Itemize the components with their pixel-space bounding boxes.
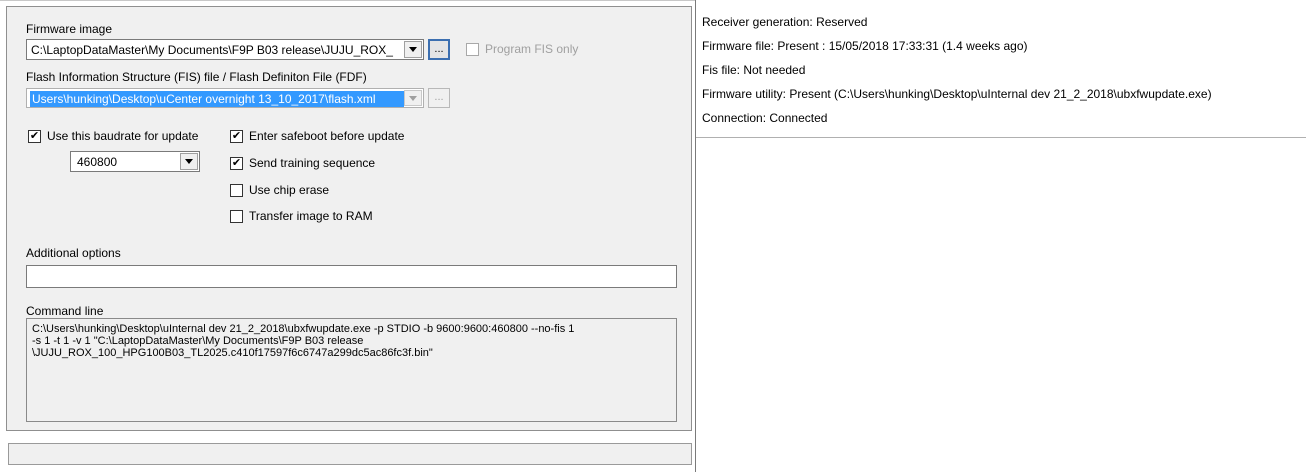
checkmark-icon: ✔ xyxy=(231,157,242,169)
fis-browse-button[interactable]: ... xyxy=(428,88,450,108)
firmware-image-label: Firmware image xyxy=(26,22,113,36)
chevron-down-icon xyxy=(409,47,417,52)
use-baudrate-label: Use this baudrate for update xyxy=(47,129,199,143)
command-line-text-line: \JUJU_ROX_100_HPG100B03_TL2025.c410f1759… xyxy=(32,347,433,359)
log-output-area[interactable] xyxy=(697,138,1306,472)
baudrate-dropdown-button[interactable] xyxy=(180,153,198,170)
command-line-text-line: -s 1 -t 1 -v 1 "C:\LaptopDataMaster\My D… xyxy=(32,335,364,347)
send-training-checkbox[interactable]: ✔ xyxy=(230,157,243,170)
additional-options-label: Additional options xyxy=(26,246,121,260)
additional-options-input[interactable] xyxy=(26,265,677,288)
fis-file-value: Users\hunking\Desktop\uCenter overnight … xyxy=(30,91,404,107)
firmware-browse-button[interactable]: ... xyxy=(428,39,450,60)
connection-text: Connection: Connected xyxy=(702,111,828,125)
command-line-text-line: C:\Users\hunking\Desktop\uInternal dev 2… xyxy=(32,323,575,335)
command-line-label: Command line xyxy=(26,304,104,318)
firmware-utility-text: Firmware utility: Present (C:\Users\hunk… xyxy=(702,87,1212,101)
chevron-down-icon xyxy=(185,159,193,164)
enter-safeboot-label: Enter safeboot before update xyxy=(249,129,405,143)
send-training-label: Send training sequence xyxy=(249,156,376,170)
program-fis-only-label: Program FIS only xyxy=(485,42,579,56)
firmware-image-value: C:\LaptopDataMaster\My Documents\F9P B03… xyxy=(31,43,393,57)
firmware-image-combo[interactable]: C:\LaptopDataMaster\My Documents\F9P B03… xyxy=(26,39,424,60)
checkmark-icon: ✔ xyxy=(29,130,40,142)
fis-file-text: Fis file: Not needed xyxy=(702,63,806,77)
transfer-ram-label: Transfer image to RAM xyxy=(249,209,373,223)
fis-file-combo[interactable]: Users\hunking\Desktop\uCenter overnight … xyxy=(26,88,424,108)
firmware-file-text: Firmware file: Present : 15/05/2018 17:3… xyxy=(702,39,1028,53)
enter-safeboot-checkbox[interactable]: ✔ xyxy=(230,130,243,143)
transfer-ram-checkbox[interactable] xyxy=(230,210,243,223)
fis-file-dropdown-button[interactable] xyxy=(404,90,422,106)
use-chip-erase-label: Use chip erase xyxy=(249,183,330,197)
fis-file-label: Flash Information Structure (FIS) file /… xyxy=(26,70,367,84)
baudrate-value: 460800 xyxy=(77,155,118,169)
top-border-line xyxy=(0,0,695,1)
chevron-down-icon xyxy=(409,95,417,101)
program-fis-only-checkbox[interactable] xyxy=(466,43,479,56)
firmware-image-dropdown-button[interactable] xyxy=(404,41,422,58)
use-baudrate-checkbox[interactable]: ✔ xyxy=(28,130,41,143)
status-bar xyxy=(8,443,692,465)
checkmark-icon: ✔ xyxy=(231,130,242,142)
use-chip-erase-checkbox[interactable] xyxy=(230,184,243,197)
command-line-box[interactable]: C:\Users\hunking\Desktop\uInternal dev 2… xyxy=(26,318,677,422)
receiver-generation-text: Receiver generation: Reserved xyxy=(702,15,868,29)
baudrate-select[interactable]: 460800 xyxy=(70,151,200,172)
